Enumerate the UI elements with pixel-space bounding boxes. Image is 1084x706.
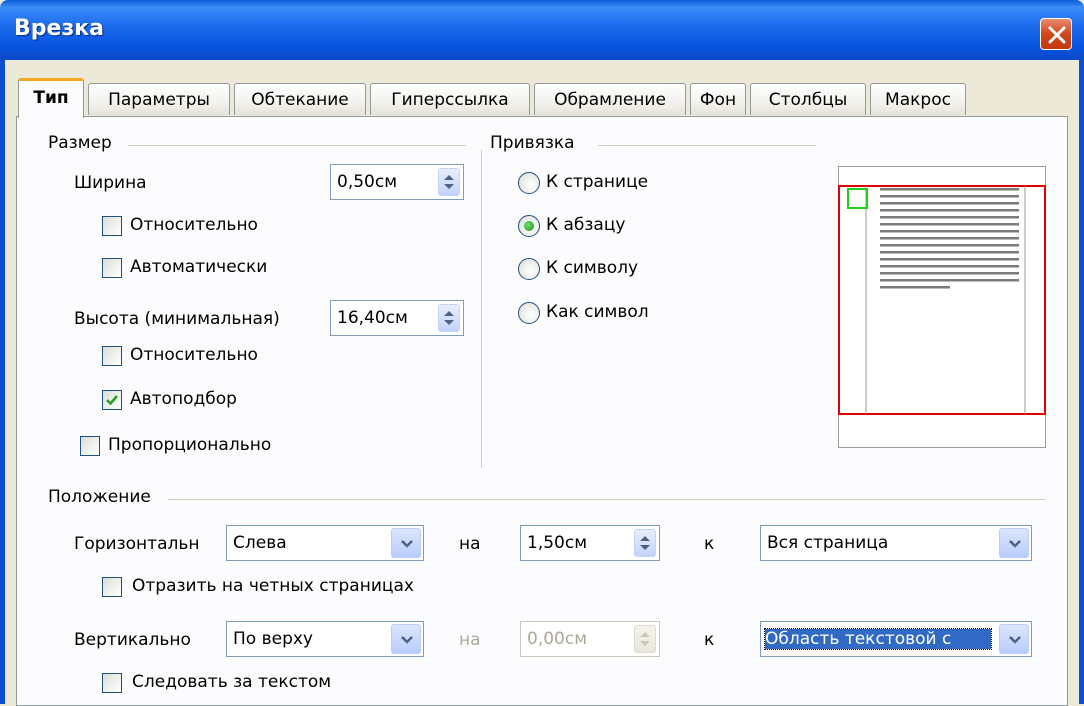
chevron-down-icon[interactable] (391, 528, 421, 558)
h-by-spinner[interactable]: 1,50см (520, 525, 660, 561)
width-spinner[interactable]: 0,50см (330, 164, 464, 200)
vertical-label: Вертикально (74, 630, 191, 650)
height-spinner[interactable]: 16,40см (330, 300, 464, 336)
anchor-paragraph-radio[interactable] (518, 215, 540, 237)
horizontal-label: Горизонтальн (74, 534, 200, 554)
automatic-label: Автоматически (130, 257, 268, 277)
relative-height-checkbox[interactable] (102, 346, 122, 366)
anchor-paragraph-label: К абзацу (546, 215, 626, 235)
autofit-label: Автоподбор (130, 389, 237, 409)
chevron-down-icon[interactable] (391, 624, 421, 654)
anchor-char-label: К символу (546, 258, 639, 278)
anchor-divider (598, 145, 816, 146)
proportional-checkbox[interactable] (80, 436, 100, 456)
tab-macro[interactable]: Макрос (870, 83, 966, 115)
automatic-checkbox[interactable] (102, 258, 122, 278)
h-to-value: Вся страница (767, 533, 889, 553)
preview-area (838, 166, 1046, 448)
vertical-value: По верху (233, 629, 313, 649)
anchor-page-radio[interactable] (518, 172, 540, 194)
proportional-label: Пропорционально (108, 435, 272, 455)
anchor-group-header: Привязка (490, 133, 575, 153)
close-button[interactable] (1040, 18, 1072, 50)
anchor-as-char-radio[interactable] (518, 302, 540, 324)
relative-width-label: Относительно (130, 215, 258, 235)
anchor-page-label: К странице (546, 172, 649, 192)
tab-options[interactable]: Параметры (88, 83, 230, 115)
chevron-down-icon[interactable] (999, 528, 1029, 558)
tab-hyperlink[interactable]: Гиперссылка (370, 83, 530, 115)
window-frame-right (1079, 60, 1084, 704)
mirror-checkbox[interactable] (102, 577, 122, 597)
v-to-label: к (704, 630, 715, 650)
radio-selected-icon (524, 221, 534, 231)
tab-borders[interactable]: Обрамление (534, 83, 686, 115)
window-frame-left (0, 60, 5, 704)
spin-arrows-icon[interactable] (634, 529, 656, 557)
width-value: 0,50см (337, 172, 398, 192)
h-to-select[interactable]: Вся страница (760, 525, 1032, 561)
h-to-label: к (704, 534, 715, 554)
h-by-value: 1,50см (527, 533, 588, 553)
chevron-down-icon[interactable] (999, 624, 1029, 654)
relative-height-label: Относительно (130, 345, 258, 365)
spin-arrows-icon (634, 625, 656, 653)
window-title: Врезка (14, 16, 104, 41)
v-by-label: на (459, 630, 481, 650)
tab-wrap[interactable]: Обтекание (234, 83, 366, 115)
v-to-value: Область текстовой с (764, 628, 992, 650)
group-separator (481, 150, 482, 468)
horizontal-select[interactable]: Слева (226, 525, 424, 561)
follow-text-checkbox[interactable] (102, 673, 122, 693)
relative-width-checkbox[interactable] (102, 216, 122, 236)
tab-type[interactable]: Тип (18, 78, 84, 118)
autofit-checkbox[interactable] (102, 390, 122, 410)
tab-background[interactable]: Фон (690, 83, 746, 115)
checkmark-icon (106, 395, 118, 406)
title-bar[interactable] (0, 0, 1084, 60)
height-label: Высота (минимальная) (74, 309, 280, 329)
spin-arrows-icon[interactable] (438, 304, 460, 332)
mirror-label: Отразить на четных страницах (132, 576, 414, 596)
height-value: 16,40см (337, 308, 408, 328)
vertical-select[interactable]: По верху (226, 621, 424, 657)
spin-arrows-icon[interactable] (438, 168, 460, 196)
h-by-label: на (459, 534, 481, 554)
v-by-spinner[interactable]: 0,00см (520, 621, 660, 657)
size-group-header: Размер (48, 133, 112, 153)
size-divider (128, 145, 466, 146)
v-by-value: 0,00см (527, 629, 588, 649)
width-label: Ширина (74, 173, 147, 193)
v-to-select[interactable]: Область текстовой с (760, 621, 1032, 657)
follow-text-label: Следовать за текстом (132, 672, 332, 692)
position-divider (168, 499, 1046, 500)
tab-columns[interactable]: Столбцы (750, 83, 866, 115)
anchor-as-char-label: Как символ (546, 302, 649, 322)
close-icon (1048, 26, 1066, 44)
position-group-header: Положение (48, 487, 151, 507)
anchor-char-radio[interactable] (518, 258, 540, 280)
horizontal-value: Слева (233, 533, 287, 553)
